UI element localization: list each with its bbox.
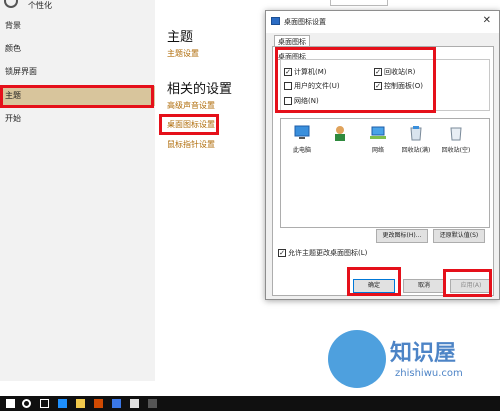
change-icon-button[interactable]: 更改图标(H)...: [376, 229, 428, 243]
file-explorer-icon[interactable]: [76, 399, 85, 408]
task-view-icon[interactable]: [40, 399, 49, 408]
theme-settings-link[interactable]: 主题设置: [167, 48, 199, 59]
app-title: 个性化: [28, 1, 52, 10]
app-icon[interactable]: [112, 399, 121, 408]
dialog-title: 桌面图标设置: [284, 18, 326, 26]
network-icon: [369, 125, 387, 141]
watermark-text: 知识屋: [390, 341, 457, 366]
checkbox-allow-themes[interactable]: ✓ 允许主题更改桌面图标(L): [278, 248, 367, 258]
computer-icon: [293, 125, 311, 141]
sidebar-item-lockscreen[interactable]: 锁屏界面: [0, 62, 155, 82]
app-icon[interactable]: [94, 399, 103, 408]
app-icon[interactable]: [130, 399, 139, 408]
recycle-bin-empty-icon: [447, 125, 465, 141]
icon-item-recycle-full[interactable]: 回收站(满): [399, 125, 433, 154]
icon-item-recycle-empty[interactable]: 回收站(空): [439, 125, 473, 154]
checkbox-label: 允许主题更改桌面图标(L): [288, 249, 368, 257]
sidebar-item-start[interactable]: 开始: [0, 109, 155, 129]
gear-icon: [4, 0, 18, 8]
annotation-box-themes: [0, 85, 154, 108]
cancel-button[interactable]: 取消: [403, 279, 445, 293]
monitor-icon: [271, 17, 280, 25]
related-settings-heading: 相关的设置: [167, 82, 233, 97]
restore-default-button[interactable]: 还原默认值(S): [433, 229, 485, 243]
taskbar: [0, 396, 500, 411]
icon-list: 此电脑 网络 回收站(满) 回收站(空): [280, 118, 490, 228]
sidebar-item-colors[interactable]: 颜色: [0, 39, 155, 59]
sidebar-item-background[interactable]: 背景: [0, 16, 155, 36]
annotation-box-apply: [443, 269, 492, 297]
app-icon[interactable]: [148, 399, 157, 408]
windows-start-icon[interactable]: [6, 399, 15, 408]
checkbox-box[interactable]: ✓: [278, 249, 286, 257]
watermark-logo: [328, 330, 386, 388]
recycle-bin-full-icon: [407, 125, 425, 141]
close-icon[interactable]: ✕: [483, 15, 491, 26]
edge-icon[interactable]: [58, 399, 67, 408]
icon-item-network[interactable]: 网络: [361, 125, 395, 154]
watermark-url: zhishiwu.com: [395, 368, 463, 379]
annotation-box-ok: [347, 267, 401, 296]
user-files-icon: [331, 125, 349, 141]
themes-heading: 主题: [167, 30, 194, 45]
search-icon[interactable]: [22, 399, 31, 408]
annotation-box-desktop-icon-link: [159, 114, 219, 135]
mouse-pointer-settings-link[interactable]: 鼠标指针设置: [167, 139, 215, 150]
dropdown-stub[interactable]: [330, 0, 388, 6]
annotation-box-checkboxes: [275, 47, 436, 113]
settings-sidebar: 个性化 背景 颜色 锁屏界面 主题 开始: [0, 0, 155, 381]
advanced-sound-link[interactable]: 高级声音设置: [167, 100, 215, 111]
icon-item-user-files[interactable]: [323, 125, 357, 145]
icon-item-computer[interactable]: 此电脑: [285, 125, 319, 154]
dialog-titlebar[interactable]: 桌面图标设置 ✕: [266, 11, 499, 33]
